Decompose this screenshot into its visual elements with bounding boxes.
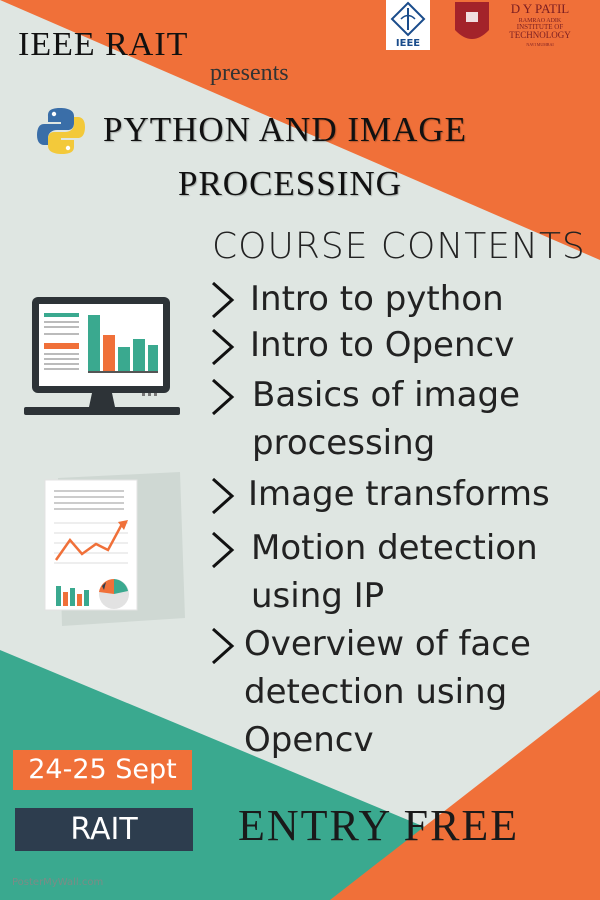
ieee-logo-text: IEEE [396, 38, 420, 49]
chevron-right-icon [211, 328, 235, 366]
chevron-right-icon [211, 378, 235, 416]
chevron-right-icon [211, 531, 235, 569]
svg-text:NAVI MUMBAI: NAVI MUMBAI [526, 42, 554, 47]
python-logo-icon [37, 108, 85, 154]
course-contents-heading: COURSE CONTENTS [212, 226, 586, 267]
presents-text: presents [210, 60, 289, 86]
ieee-logo: IEEE [386, 0, 430, 50]
course-item-text: Basics of image [252, 375, 521, 415]
event-date-badge: 24-25 Sept [13, 750, 192, 790]
dypatil-logo: D Y PATIL RAMRAO ADIK INSTITUTE OF TECHN… [452, 0, 592, 50]
course-item-text: processing [252, 423, 436, 463]
course-item-text: Overview of face [244, 624, 531, 664]
course-item-text: Image transforms [248, 474, 550, 514]
venue-badge: RAIT [15, 808, 193, 851]
organizer-title: IEEE RAIT [18, 26, 189, 63]
dypatil-name: D Y PATIL [511, 1, 570, 16]
postermywall-credit: PosterMyWall.com [12, 877, 104, 888]
monitor-chart-illustration [24, 297, 180, 415]
course-item-text: using IP [251, 576, 385, 616]
chevron-right-icon [211, 627, 235, 665]
chevron-right-icon [211, 477, 235, 515]
event-title-line2: PROCESSING [178, 164, 402, 203]
report-document-illustration [44, 472, 185, 626]
course-item-text: detection using [244, 672, 508, 712]
chevron-right-icon [211, 281, 235, 319]
svg-text:TECHNOLOGY: TECHNOLOGY [509, 30, 571, 40]
course-item-text: Motion detection [251, 528, 538, 568]
course-item-text: Intro to python [250, 279, 504, 319]
event-title-line1: PYTHON AND IMAGE [103, 110, 468, 149]
course-item-text: Opencv [244, 720, 374, 760]
entry-free-text: ENTRY FREE [238, 801, 520, 850]
course-item-text: Intro to Opencv [250, 325, 515, 365]
